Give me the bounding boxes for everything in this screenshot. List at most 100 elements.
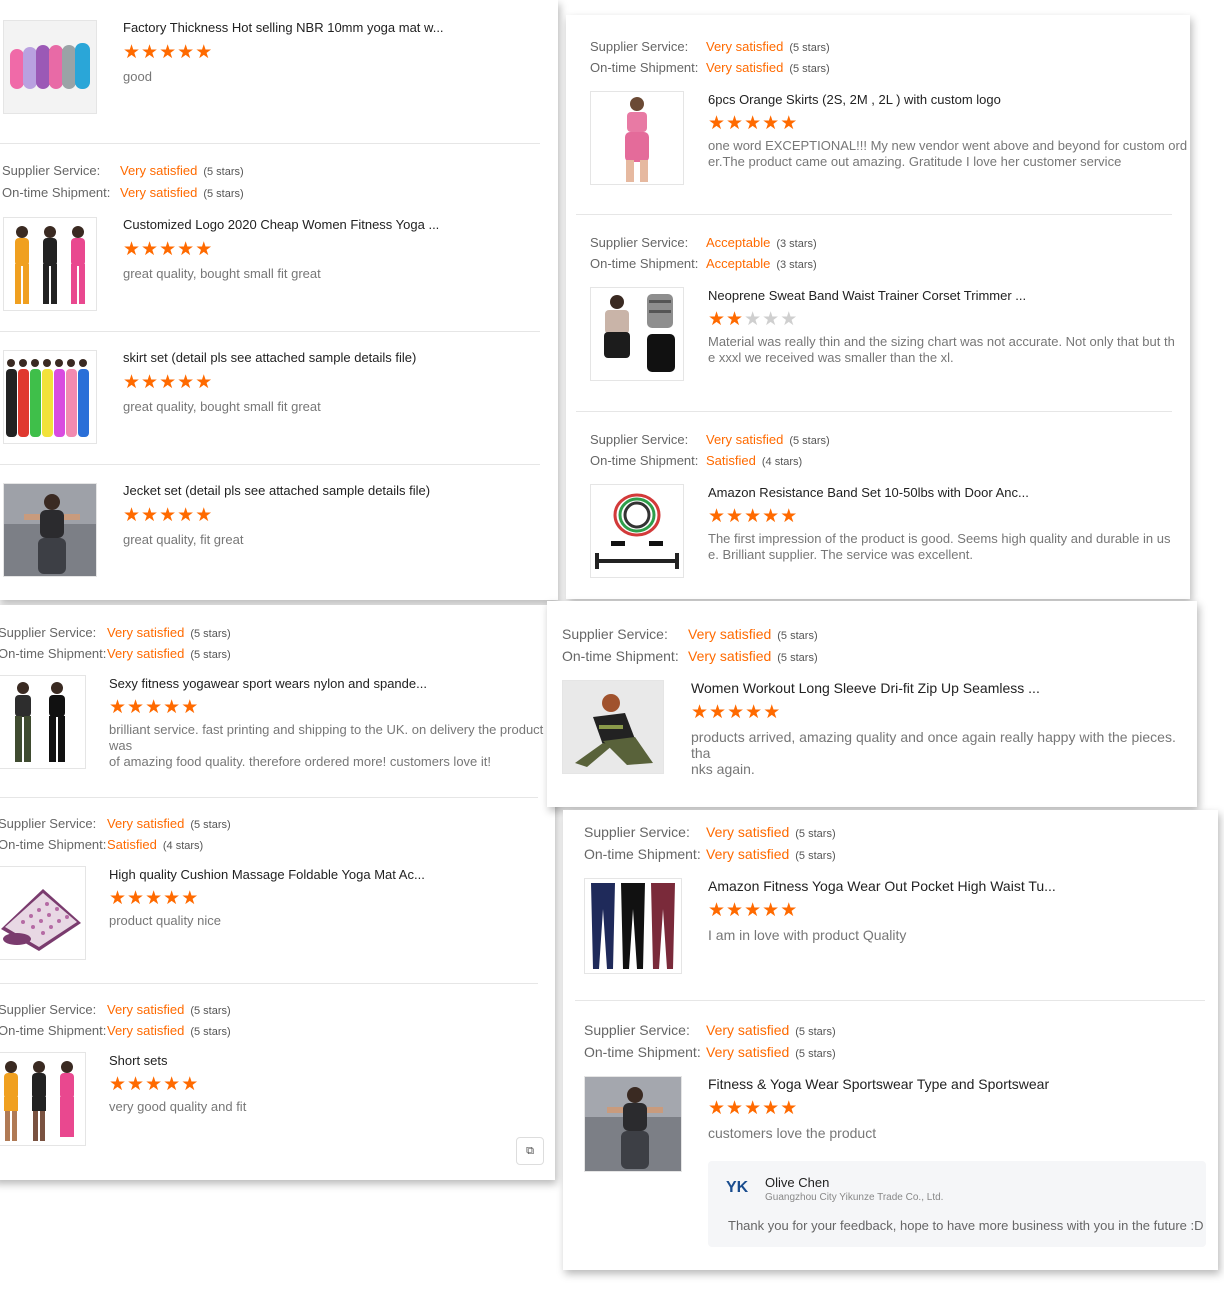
supplier-service-row: Supplier Service: Very satisfied (5 stars) bbox=[562, 626, 818, 642]
review-comment-line: very good quality and fit bbox=[109, 1099, 247, 1114]
product-title[interactable]: skirt set (detail pls see attached sampl… bbox=[123, 350, 416, 365]
star-filled-icon: ★ bbox=[109, 887, 127, 909]
star-filled-icon: ★ bbox=[145, 887, 163, 909]
supplier-service-row: Supplier Service: Very satisfied (5 stars) bbox=[2, 163, 244, 178]
star-rating: ★ ★ ★ ★ ★ bbox=[708, 310, 797, 329]
supplier-service-label: Supplier Service: bbox=[562, 626, 668, 642]
shipment-rating: Very satisfied bbox=[120, 185, 198, 200]
tracksuits-image[interactable] bbox=[3, 217, 97, 311]
star-filled-icon: ★ bbox=[163, 1073, 181, 1095]
reply-company-name: Guangzhou City Yikunze Trade Co., Ltd. bbox=[765, 1192, 944, 1203]
ontime-shipment-row: On-time Shipment: Satisfied (4 stars) bbox=[590, 453, 802, 468]
product-title[interactable]: Amazon Fitness Yoga Wear Out Pocket High… bbox=[708, 878, 1056, 894]
star-filled-icon: ★ bbox=[691, 701, 709, 723]
divider bbox=[0, 143, 540, 144]
star-rating: ★ ★ ★ ★ ★ bbox=[708, 507, 797, 526]
star-filled-icon: ★ bbox=[708, 899, 726, 921]
star-rating: ★ ★ ★ ★ ★ bbox=[109, 889, 198, 908]
supplier-rating: Very satisfied bbox=[706, 824, 790, 840]
review-comment-line: The first impression of the product is g… bbox=[708, 531, 1171, 546]
product-title[interactable]: Neoprene Sweat Band Waist Trainer Corset… bbox=[708, 288, 1026, 303]
supplier-rating: Very satisfied bbox=[107, 625, 185, 640]
review-comment-line: e. Brilliant supplier. The service was e… bbox=[708, 547, 973, 562]
divider bbox=[576, 214, 1172, 215]
supplier-service-row: Supplier Service: Very satisfied (5 stars) bbox=[0, 625, 231, 640]
review-comment: brilliant service. fast printing and shi… bbox=[109, 722, 555, 770]
product-title[interactable]: Customized Logo 2020 Cheap Women Fitness… bbox=[123, 217, 439, 232]
acupressure-mat-image[interactable] bbox=[0, 866, 86, 960]
star-rating: ★ ★ ★ ★ ★ bbox=[109, 1075, 198, 1094]
supplier-rating: Very satisfied bbox=[706, 39, 784, 54]
review-comment: The first impression of the product is g… bbox=[708, 531, 1170, 563]
star-filled-icon: ★ bbox=[181, 887, 199, 909]
star-filled-icon: ★ bbox=[141, 41, 159, 63]
shipment-star-count: (5 stars) bbox=[795, 850, 836, 862]
star-filled-icon: ★ bbox=[163, 696, 181, 718]
supplier-star-count: (5 stars) bbox=[190, 1005, 231, 1017]
supplier-star-count: (5 stars) bbox=[795, 1026, 836, 1038]
copy-icon[interactable]: ⧉ bbox=[516, 1137, 544, 1165]
black-sportswear-image[interactable] bbox=[0, 675, 86, 769]
resistance-band-image[interactable] bbox=[590, 484, 684, 578]
pink-set-image[interactable] bbox=[590, 91, 684, 185]
product-title[interactable]: Fitness & Yoga Wear Sportswear Type and … bbox=[708, 1076, 1049, 1092]
supplier-service-label: Supplier Service: bbox=[584, 824, 690, 840]
reply-author-name: Olive Chen bbox=[765, 1175, 830, 1190]
star-filled-icon: ★ bbox=[763, 701, 781, 723]
star-filled-icon: ★ bbox=[780, 505, 798, 527]
star-filled-icon: ★ bbox=[762, 899, 780, 921]
product-title[interactable]: Factory Thickness Hot selling NBR 10mm y… bbox=[123, 20, 444, 35]
star-filled-icon: ★ bbox=[195, 41, 213, 63]
review-comment-line: nks again. bbox=[691, 761, 755, 777]
star-filled-icon: ★ bbox=[726, 1097, 744, 1119]
short-sets-image[interactable] bbox=[0, 1052, 86, 1146]
supplier-rating: Very satisfied bbox=[706, 432, 784, 447]
product-title[interactable]: High quality Cushion Massage Foldable Yo… bbox=[109, 867, 425, 882]
supplier-service-label: Supplier Service: bbox=[590, 432, 689, 447]
review-comment-line: products arrived, amazing quality and on… bbox=[691, 729, 1176, 761]
supplier-reply: YK Olive Chen Guangzhou City Yikunze Tra… bbox=[708, 1161, 1206, 1247]
product-title[interactable]: Sexy fitness yogawear sport wears nylon … bbox=[109, 676, 427, 691]
star-rating: ★ ★ ★ ★ ★ bbox=[708, 1099, 797, 1118]
supplier-rating: Very satisfied bbox=[107, 816, 185, 831]
gym-woman-image[interactable] bbox=[3, 483, 97, 577]
star-filled-icon: ★ bbox=[726, 899, 744, 921]
divider bbox=[0, 464, 540, 465]
star-filled-icon: ★ bbox=[177, 371, 195, 393]
star-filled-icon: ★ bbox=[745, 701, 763, 723]
star-filled-icon: ★ bbox=[195, 504, 213, 526]
supplier-rating: Very satisfied bbox=[706, 1022, 790, 1038]
star-filled-icon: ★ bbox=[127, 887, 145, 909]
waist-trainer-image[interactable] bbox=[590, 287, 684, 381]
ontime-shipment-label: On-time Shipment: bbox=[590, 453, 699, 468]
supplier-service-row: Supplier Service: Acceptable (3 stars) bbox=[590, 235, 817, 250]
ontime-shipment-label: On-time Shipment: bbox=[0, 646, 107, 661]
star-filled-icon: ★ bbox=[141, 371, 159, 393]
shipment-rating: Acceptable bbox=[706, 256, 771, 271]
supplier-service-row: Supplier Service: Very satisfied (5 stars) bbox=[0, 1002, 231, 1017]
star-filled-icon: ★ bbox=[127, 696, 145, 718]
product-title[interactable]: Short sets bbox=[109, 1053, 168, 1068]
product-title[interactable]: 6pcs Orange Skirts (2S, 2M , 2L ) with c… bbox=[708, 92, 1001, 107]
product-title[interactable]: Jecket set (detail pls see attached samp… bbox=[123, 483, 430, 498]
divider bbox=[576, 411, 1172, 412]
shipment-star-count: (5 stars) bbox=[190, 649, 231, 661]
workout-woman-image[interactable] bbox=[562, 680, 664, 774]
star-filled-icon: ★ bbox=[708, 112, 726, 134]
supplier-service-label: Supplier Service: bbox=[590, 235, 689, 250]
yoga-mats-image[interactable] bbox=[3, 20, 97, 114]
leggings-image[interactable] bbox=[584, 878, 682, 974]
gym-woman-image[interactable] bbox=[584, 1076, 682, 1172]
review-comment: product quality nice bbox=[109, 913, 221, 929]
review-comment-line: Material was really thin and the sizing … bbox=[708, 334, 1175, 349]
product-title[interactable]: Amazon Resistance Band Set 10-50lbs with… bbox=[708, 485, 1029, 500]
supplier-service-row: Supplier Service: Very satisfied (5 stars) bbox=[590, 432, 830, 447]
colorful-sets-image[interactable] bbox=[3, 350, 97, 444]
star-filled-icon: ★ bbox=[145, 1073, 163, 1095]
star-empty-icon: ★ bbox=[780, 308, 798, 330]
star-filled-icon: ★ bbox=[159, 371, 177, 393]
review-comment-line: e xxxl we received was smaller than the … bbox=[708, 350, 954, 365]
ontime-shipment-label: On-time Shipment: bbox=[0, 837, 107, 852]
star-filled-icon: ★ bbox=[177, 238, 195, 260]
product-title[interactable]: Women Workout Long Sleeve Dri-fit Zip Up… bbox=[691, 680, 1040, 696]
